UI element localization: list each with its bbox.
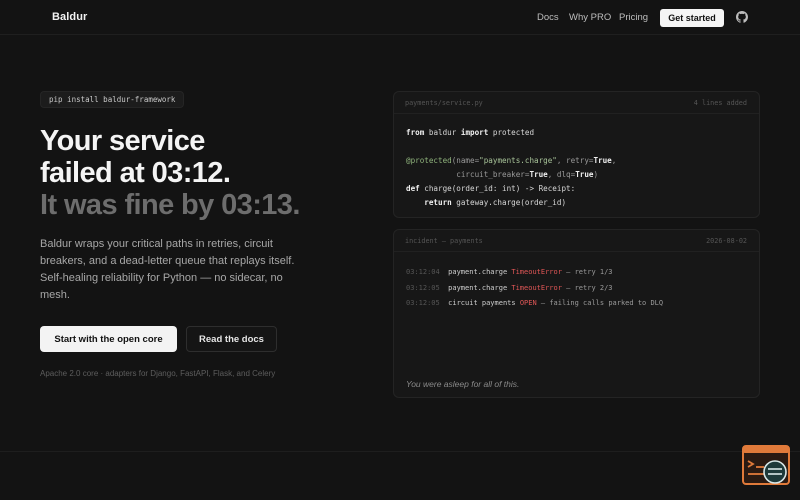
log-line: 03:12:05 circuit payments OPEN — failing… [406, 299, 663, 307]
nav-link-docs[interactable]: Docs [537, 12, 559, 23]
code-token: True [575, 170, 594, 179]
code-token: ) [593, 170, 599, 179]
log-line: 03:12:05 payment.charge TimeoutError — r… [406, 284, 613, 292]
hero-description: Baldur wraps your critical paths in retr… [40, 238, 295, 301]
section-divider [0, 451, 800, 452]
log-text: circuit payments [448, 299, 520, 307]
nav-link-why-pro[interactable]: Why PRO [569, 12, 611, 23]
log-text: — failing calls parked to DLQ [536, 299, 664, 307]
log-text: — retry 1/3 [561, 268, 613, 276]
code-token: True [529, 170, 548, 179]
code-token: from [406, 128, 425, 137]
code-status: 4 lines added [693, 99, 747, 107]
code-filename: payments/service.py [405, 99, 483, 107]
incident-panel: incident — payments 2026-08-02 03:12:04 … [393, 229, 760, 398]
log-line: 03:12:04 payment.charge TimeoutError — r… [406, 268, 613, 276]
logo[interactable]: Baldur [52, 11, 87, 23]
code-panel: payments/service.py 4 lines added from b… [393, 91, 760, 218]
log-time: 03:12:05 [406, 283, 440, 292]
code-token: return [406, 198, 452, 207]
top-nav: Baldur Docs Why PRO Pricing Get started [0, 0, 800, 35]
code-token: @protected [406, 156, 452, 165]
code-token: True [593, 156, 612, 165]
code-token: charge(order_id: int) -> Receipt: [419, 184, 576, 193]
headline-line-3: It was fine by 03:13. [40, 189, 300, 221]
headline-line-2: failed at 03:12. [40, 157, 231, 189]
code-panel-header: payments/service.py 4 lines added [394, 92, 759, 114]
incident-footer: You were asleep for all of this. [406, 379, 520, 389]
code-token: , [611, 156, 617, 165]
code-token: baldur [424, 128, 461, 137]
code-token: , retry= [556, 156, 594, 165]
log-error: TimeoutError [511, 283, 562, 292]
read-docs-button[interactable]: Read the docs [186, 326, 277, 352]
code-token: gateway.charge(order_id) [451, 198, 567, 207]
log-text: payment.charge [448, 283, 512, 292]
code-token: "payments.charge" [479, 156, 557, 165]
code-token: circuit_breaker= [406, 170, 530, 179]
log-text: — retry 2/3 [561, 283, 613, 292]
log-time: 03:12:04 [406, 268, 440, 276]
code-token: def [406, 184, 420, 193]
get-started-button[interactable]: Get started [660, 9, 724, 27]
pip-install-snippet[interactable]: pip install baldur-framework [40, 91, 185, 108]
log-text: payment.charge [448, 268, 512, 276]
license-note: Apache 2.0 core · adapters for Django, F… [40, 369, 276, 378]
nav-link-pricing[interactable]: Pricing [619, 12, 648, 23]
log-error: TimeoutError [511, 268, 562, 276]
incident-title: incident — payments [405, 237, 483, 245]
headline-line-1: Your service [40, 125, 205, 157]
github-icon[interactable] [736, 11, 748, 23]
log-error: OPEN [519, 299, 537, 307]
code-token: (name= [451, 156, 480, 165]
incident-date: 2026-08-02 [706, 237, 747, 245]
code-token: import [460, 128, 489, 137]
incident-panel-header: incident — payments 2026-08-02 [394, 230, 759, 252]
hero-headline: Your service failed at 03:12. It was fin… [40, 125, 380, 221]
code-block: from baldur import protected @protected(… [406, 126, 616, 210]
feedback-widget-icon[interactable] [742, 445, 790, 487]
log-time: 03:12:05 [406, 299, 440, 307]
incident-log: 03:12:04 payment.charge TimeoutError — r… [406, 265, 663, 312]
code-token: protected [488, 128, 535, 137]
start-open-core-button[interactable]: Start with the open core [40, 326, 177, 352]
code-token: , dlq= [547, 170, 576, 179]
